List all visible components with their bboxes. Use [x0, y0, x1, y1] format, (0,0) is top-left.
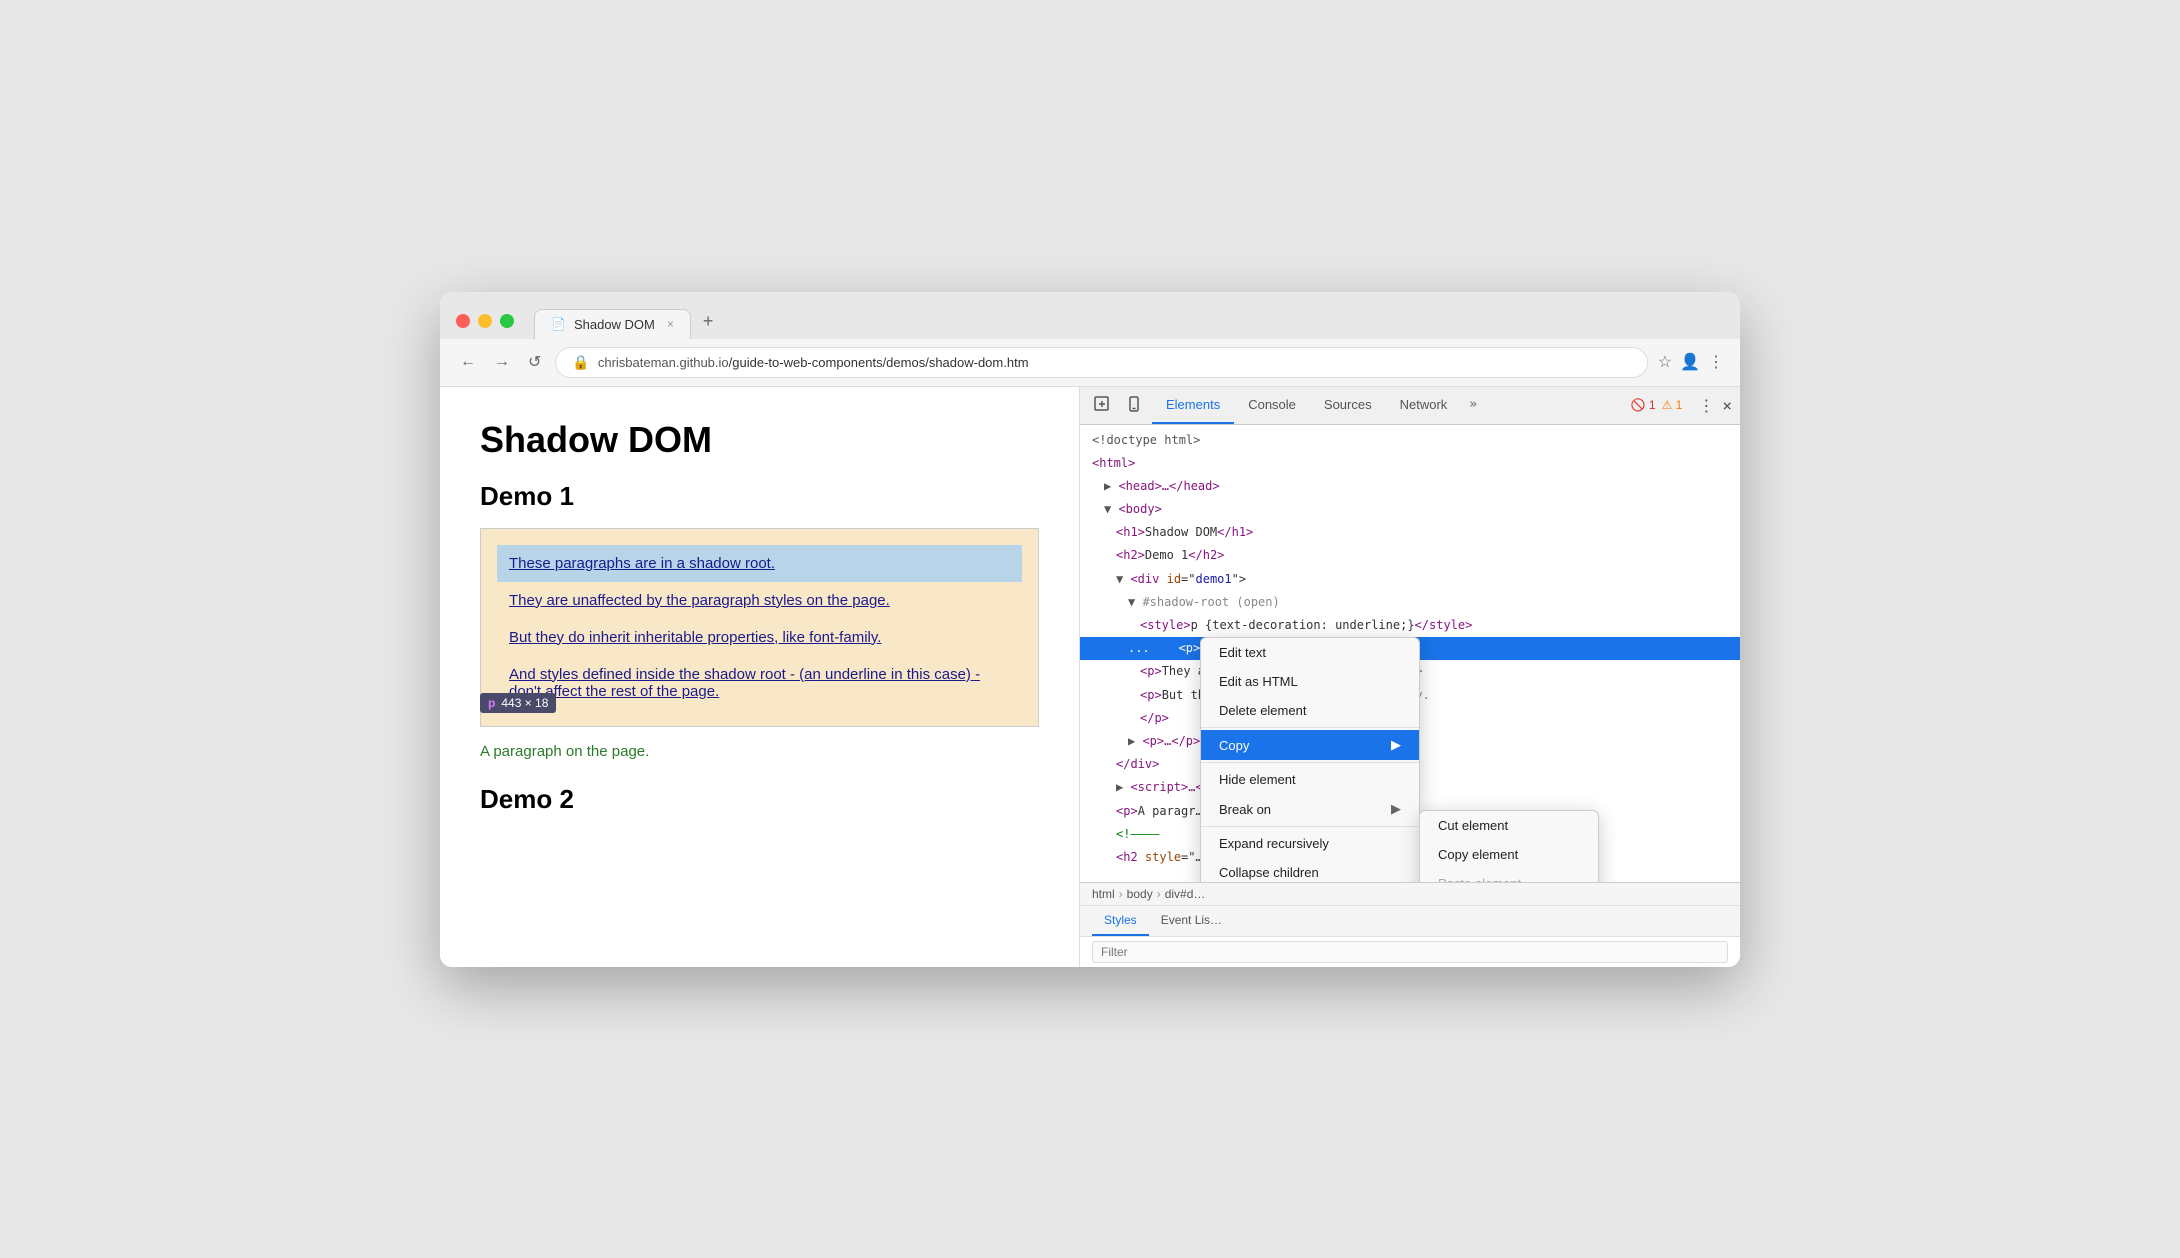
- browser-more-icon[interactable]: ⋮: [1708, 352, 1724, 372]
- green-paragraph: A paragraph on the page.: [480, 743, 1039, 760]
- element-tooltip: p 443 × 18: [480, 693, 556, 713]
- main-area: Shadow DOM Demo 1 p 443 × 18 These parag…: [440, 387, 1740, 967]
- address-text: chrisbateman.github.io/guide-to-web-comp…: [598, 355, 1029, 370]
- context-menu-delete[interactable]: Delete element: [1201, 696, 1419, 725]
- dom-line-head[interactable]: ▶ <head>…</head>: [1080, 475, 1740, 498]
- maximize-button[interactable]: [500, 314, 514, 328]
- tab-styles[interactable]: Styles: [1092, 906, 1149, 936]
- address-bar: ← → ↺ 🔒 chrisbateman.github.io/guide-to-…: [440, 339, 1740, 387]
- filter-input[interactable]: [1092, 941, 1728, 963]
- tab-event-listeners[interactable]: Event Lis…: [1149, 906, 1234, 936]
- address-input[interactable]: 🔒 chrisbateman.github.io/guide-to-web-co…: [555, 347, 1647, 378]
- minimize-button[interactable]: [478, 314, 492, 328]
- breadcrumb-bar: html › body › div#d…: [1080, 883, 1740, 906]
- dom-line-shadow-root[interactable]: ▼ #shadow-root (open): [1080, 591, 1740, 614]
- submenu-cut-element[interactable]: Cut element: [1420, 811, 1598, 840]
- address-right-actions: ☆ 👤 ⋮: [1658, 352, 1724, 372]
- context-menu: Edit text Edit as HTML Delete element Co…: [1200, 637, 1420, 881]
- shadow-paragraph-4: And styles defined inside the shadow roo…: [497, 656, 1022, 710]
- close-button[interactable]: [456, 314, 470, 328]
- title-bar: 📄 Shadow DOM × +: [440, 292, 1740, 339]
- demo1-title: Demo 1: [480, 481, 1039, 512]
- filter-bar: [1080, 937, 1740, 967]
- tab-elements[interactable]: Elements: [1152, 387, 1234, 424]
- dom-tree: <!doctype html> <html> ▶ <head>…</head> …: [1080, 425, 1740, 882]
- context-menu-collapse[interactable]: Collapse children: [1201, 858, 1419, 881]
- context-menu-divider-1: [1201, 727, 1419, 728]
- error-badge: 🚫 1: [1631, 398, 1656, 412]
- lock-icon: 🔒: [572, 354, 589, 371]
- context-menu-divider-3: [1201, 826, 1419, 827]
- breadcrumb-div[interactable]: div#d…: [1165, 887, 1206, 901]
- breadcrumb-body[interactable]: body: [1127, 887, 1153, 901]
- bookmark-icon[interactable]: ☆: [1658, 352, 1672, 372]
- demo2-title: Demo 2: [480, 784, 1039, 815]
- context-menu-divider-2: [1201, 762, 1419, 763]
- context-menu-edit-html[interactable]: Edit as HTML: [1201, 667, 1419, 696]
- selected-line-container: ... <p>Thes… root.</p> == $0 Edit text E…: [1080, 637, 1740, 660]
- copy-submenu: Cut element Copy element Paste element C…: [1419, 810, 1599, 881]
- tab-sources[interactable]: Sources: [1310, 387, 1386, 424]
- new-tab-button[interactable]: +: [691, 304, 726, 339]
- shadow-paragraph-1: These paragraphs are in a shadow root.: [497, 545, 1022, 582]
- dom-line-div-demo1[interactable]: ▼ <div id="demo1">: [1080, 568, 1740, 591]
- dom-line-doctype[interactable]: <!doctype html>: [1080, 429, 1740, 452]
- styles-tabs-bar: Styles Event Lis…: [1080, 906, 1740, 937]
- dom-line-h2-demo1[interactable]: <h2>Demo 1</h2>: [1080, 544, 1740, 567]
- shadow-paragraph-3: But they do inherit inheritable properti…: [497, 619, 1022, 656]
- shadow-paragraph-2: They are unaffected by the paragraph sty…: [497, 582, 1022, 619]
- context-menu-break-on[interactable]: Break on ▶: [1201, 794, 1419, 824]
- submenu-paste-element[interactable]: Paste element: [1420, 869, 1598, 881]
- breadcrumb-html[interactable]: html: [1092, 887, 1115, 901]
- tab-network[interactable]: Network: [1386, 387, 1462, 424]
- devtools-toolbar: Elements Console Sources Network » 🚫 1 ⚠…: [1080, 387, 1740, 425]
- device-toolbar-button[interactable]: [1120, 388, 1148, 423]
- traffic-lights: [456, 314, 514, 328]
- devtools-bottom: html › body › div#d… Styles Event Lis…: [1080, 882, 1740, 967]
- context-menu-edit-text[interactable]: Edit text: [1201, 638, 1419, 667]
- tab-title: Shadow DOM: [574, 317, 655, 332]
- browser-tab[interactable]: 📄 Shadow DOM ×: [534, 309, 691, 339]
- tab-icon: 📄: [551, 317, 566, 331]
- shadow-box-inner: These paragraphs are in a shadow root. T…: [481, 529, 1038, 726]
- tab-more-button[interactable]: »: [1461, 387, 1485, 424]
- devtools-errors: 🚫 1 ⚠ 1: [1631, 398, 1683, 412]
- context-menu-hide[interactable]: Hide element: [1201, 765, 1419, 794]
- shadow-box: These paragraphs are in a shadow root. T…: [480, 528, 1039, 727]
- warning-badge: ⚠ 1: [1662, 398, 1683, 412]
- devtools-panel: Elements Console Sources Network » 🚫 1 ⚠…: [1080, 387, 1740, 967]
- refresh-button[interactable]: ↺: [524, 348, 545, 376]
- dom-line-style[interactable]: <style>p {text-decoration: underline;}</…: [1080, 614, 1740, 637]
- back-button[interactable]: ←: [456, 349, 480, 375]
- devtools-more-icon[interactable]: ⋮: [1698, 396, 1714, 415]
- forward-button[interactable]: →: [490, 349, 514, 375]
- browser-window: 📄 Shadow DOM × + ← → ↺ 🔒 chrisbateman.gi…: [440, 292, 1740, 967]
- submenu-arrow-copy: ▶: [1391, 737, 1401, 753]
- context-menu-copy[interactable]: Copy ▶ Cut element Copy element Paste el…: [1201, 730, 1419, 760]
- inspect-element-button[interactable]: [1088, 388, 1116, 423]
- page-content: Shadow DOM Demo 1 p 443 × 18 These parag…: [440, 387, 1080, 967]
- dom-line-body[interactable]: ▼ <body>: [1080, 498, 1740, 521]
- submenu-arrow-break: ▶: [1391, 801, 1401, 817]
- profile-icon[interactable]: 👤: [1680, 352, 1700, 372]
- devtools-tabs: Elements Console Sources Network »: [1152, 387, 1627, 424]
- submenu-copy-element[interactable]: Copy element: [1420, 840, 1598, 869]
- dom-line-html[interactable]: <html>: [1080, 452, 1740, 475]
- tab-bar: 📄 Shadow DOM × +: [534, 304, 725, 339]
- page-title: Shadow DOM: [480, 419, 1039, 461]
- dom-line-h1[interactable]: <h1>Shadow DOM</h1>: [1080, 521, 1740, 544]
- tab-close-button[interactable]: ×: [667, 317, 674, 331]
- context-menu-expand[interactable]: Expand recursively: [1201, 829, 1419, 858]
- devtools-close-icon[interactable]: ×: [1722, 396, 1732, 415]
- tab-console[interactable]: Console: [1234, 387, 1310, 424]
- tooltip-size: 443 × 18: [501, 696, 548, 710]
